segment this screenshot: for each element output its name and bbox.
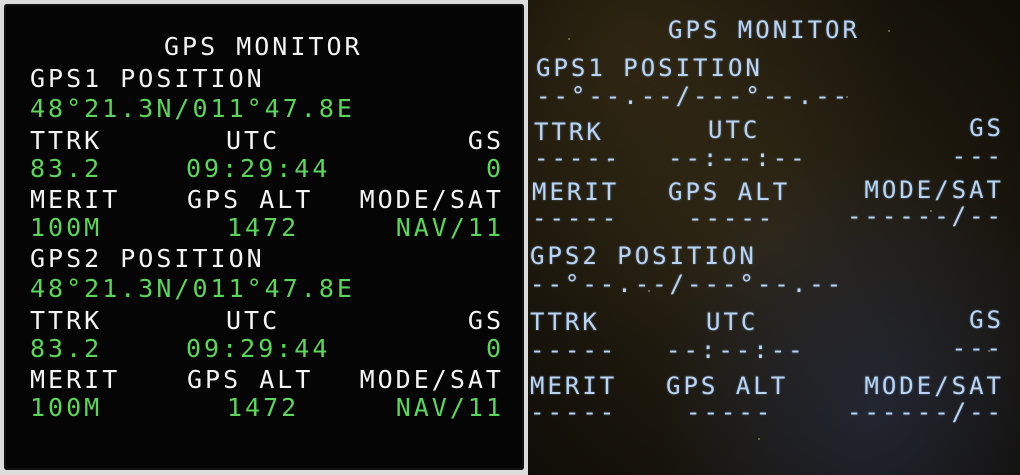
gps1-merit-label: MERIT xyxy=(30,185,121,214)
photo-gps2-gs-label: GS xyxy=(969,306,1004,334)
gps2-alt-label: GPS ALT xyxy=(187,365,314,394)
gps1-alt-value: 1472 xyxy=(227,213,300,242)
photo-gps1-ttrk-value: ----- xyxy=(534,144,622,172)
photo-gps2-gs-value: --- xyxy=(951,334,1004,362)
photo-gps1-merit-label: MERIT xyxy=(532,178,620,206)
gps1-merit-value: 100M xyxy=(30,213,103,242)
gps2-section-label: GPS2 POSITION xyxy=(30,244,265,273)
gps1-position-value: 48°21.3N/011°47.8E xyxy=(30,94,355,123)
gps1-mode-label: MODE/SAT xyxy=(359,185,504,214)
photo-gps1-utc-label: UTC xyxy=(708,116,761,144)
gps1-alt-label: GPS ALT xyxy=(187,185,314,214)
gps2-gs-label: GS xyxy=(467,306,504,335)
photo-gps1-utc-value: --:--:-- xyxy=(668,144,808,172)
photo-gps1-gs-value: --- xyxy=(951,142,1004,170)
gps-monitor-display-photo: GPS MONITOR GPS1 POSITION --°--.--/---°-… xyxy=(528,0,1020,475)
photo-gps1-section-label: GPS1 POSITION xyxy=(536,54,763,82)
dust-speck xyxy=(888,30,890,32)
gps1-utc-label: UTC xyxy=(226,126,281,155)
photo-gps2-ttrk-label: TTRK xyxy=(530,308,600,336)
photo-gps1-mode-value: ------/-- xyxy=(846,202,1004,230)
gps1-gs-label: GS xyxy=(467,126,504,155)
photo-gps2-position-value: --°--.--/---°--.-- xyxy=(530,270,845,298)
gps1-ttrk-label: TTRK xyxy=(30,126,103,155)
gps1-mode-value: NAV/11 xyxy=(395,213,504,242)
photo-gps2-merit-label: MERIT xyxy=(530,372,618,400)
photo-gps2-section-label: GPS2 POSITION xyxy=(530,242,757,270)
photo-gps2-alt-label: GPS ALT xyxy=(666,372,789,400)
photo-gps1-alt-label: GPS ALT xyxy=(668,178,791,206)
photo-page-title: GPS MONITOR xyxy=(668,16,860,44)
gps2-mode-label: MODE/SAT xyxy=(359,365,504,394)
photo-gps2-merit-value: ----- xyxy=(530,398,618,426)
gps2-utc-label: UTC xyxy=(226,306,281,335)
gps2-ttrk-label: TTRK xyxy=(30,306,103,335)
photo-gps2-mode-value: ------/-- xyxy=(846,398,1004,426)
photo-gps1-mode-label: MODE/SAT xyxy=(864,176,1004,204)
photo-gps1-position-value: --°--.--/---°--.-- xyxy=(536,82,851,110)
photo-gps1-merit-value: ----- xyxy=(532,204,620,232)
gps2-gs-value: 0 xyxy=(485,334,504,363)
photo-gps1-gs-label: GS xyxy=(969,114,1004,142)
gps2-utc-value: 09:29:44 xyxy=(186,334,331,363)
photo-gps2-alt-value: ----- xyxy=(686,398,774,426)
photo-gps1-alt-value: ----- xyxy=(688,204,776,232)
page-title: GPS MONITOR xyxy=(164,32,363,61)
gps1-gs-value: 0 xyxy=(485,154,504,183)
dust-speck xyxy=(758,438,760,440)
gps-monitor-display-simulated: GPS MONITOR GPS1 POSITION 48°21.3N/011°4… xyxy=(4,4,524,470)
gps1-ttrk-value: 83.2 xyxy=(30,154,103,183)
photo-gps1-ttrk-label: TTRK xyxy=(534,118,604,146)
gps2-merit-value: 100M xyxy=(30,393,103,422)
gps2-mode-value: NAV/11 xyxy=(395,393,504,422)
photo-gps2-utc-label: UTC xyxy=(706,308,759,336)
photo-gps2-ttrk-value: ----- xyxy=(530,336,618,364)
gps2-merit-label: MERIT xyxy=(30,365,121,394)
gps2-position-value: 48°21.3N/011°47.8E xyxy=(30,274,355,303)
gps2-alt-value: 1472 xyxy=(227,393,300,422)
gps1-utc-value: 09:29:44 xyxy=(186,154,331,183)
comparison-view: GPS MONITOR GPS1 POSITION 48°21.3N/011°4… xyxy=(0,0,1020,475)
dust-speck xyxy=(568,38,570,40)
photo-gps2-utc-value: --:--:-- xyxy=(666,336,806,364)
gps2-ttrk-value: 83.2 xyxy=(30,334,103,363)
gps1-section-label: GPS1 POSITION xyxy=(30,64,265,93)
photo-gps2-mode-label: MODE/SAT xyxy=(864,372,1004,400)
